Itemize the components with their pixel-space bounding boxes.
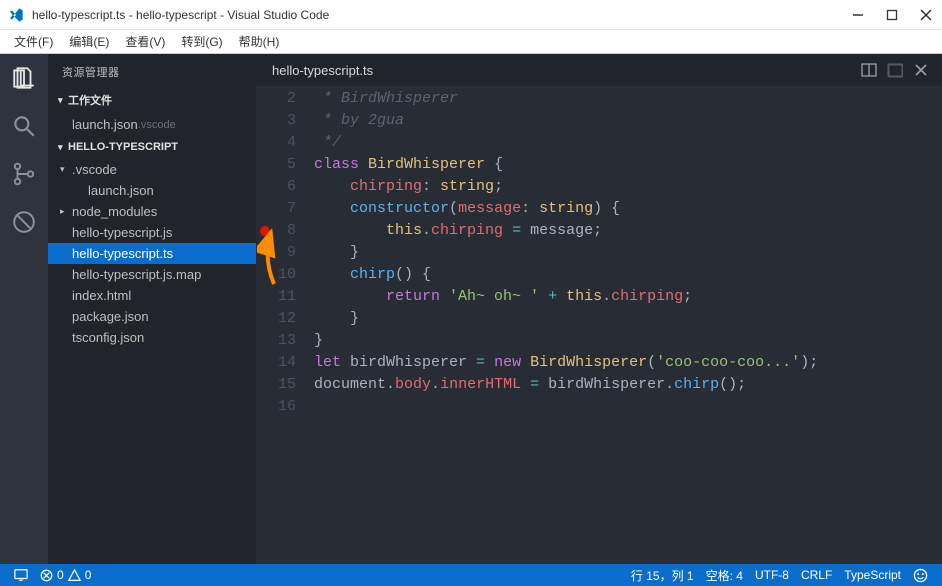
close-button[interactable] — [918, 7, 934, 23]
tree-file[interactable]: tsconfig.json — [48, 327, 256, 348]
workfiles-list: launch.json .vscode — [48, 112, 256, 137]
split-editor-icon[interactable] — [858, 59, 880, 81]
status-encoding[interactable]: UTF-8 — [749, 564, 795, 586]
title-bar: hello-typescript.ts - hello-typescript -… — [0, 0, 942, 30]
activity-bar — [0, 54, 48, 564]
window-controls — [850, 7, 934, 23]
menu-bar: 文件(F) 编辑(E) 查看(V) 转到(G) 帮助(H) — [0, 30, 942, 54]
maximize-button[interactable] — [884, 7, 900, 23]
tree-file[interactable]: index.html — [48, 285, 256, 306]
tree-file[interactable]: hello-typescript.ts — [48, 243, 256, 264]
status-cursor[interactable]: 行 15，列 1 — [625, 564, 700, 586]
sidebar-section-workfiles[interactable]: ▾ 工作文件 — [48, 88, 256, 112]
chevron-down-icon: ▾ — [58, 95, 68, 106]
status-remote-icon[interactable] — [8, 564, 34, 586]
minimize-button[interactable] — [850, 7, 866, 23]
status-spaces[interactable]: 空格: 4 — [700, 564, 749, 586]
menu-view[interactable]: 查看(V) — [119, 31, 171, 52]
window-title: hello-typescript.ts - hello-typescript -… — [32, 8, 850, 22]
code-content[interactable]: * BirdWhisperer * by 2gua */class BirdWh… — [314, 86, 942, 564]
menu-help[interactable]: 帮助(H) — [233, 31, 286, 52]
sidebar-title: 资源管理器 — [48, 54, 256, 88]
tree-file[interactable]: launch.json — [48, 180, 256, 201]
tab-hello-typescript[interactable]: hello-typescript.ts — [266, 63, 379, 78]
code-area[interactable]: 2345678910111213141516 * BirdWhisperer *… — [256, 86, 942, 564]
menu-file[interactable]: 文件(F) — [8, 31, 59, 52]
search-icon[interactable] — [10, 112, 38, 140]
sidebar-section-project[interactable]: ▾ HELLO-TYPESCRIPT — [48, 137, 256, 157]
sidebar: 资源管理器 ▾ 工作文件 launch.json .vscode ▾ HELLO… — [48, 54, 256, 564]
status-errors-count: 0 — [57, 568, 64, 582]
sidebar-section-label: HELLO-TYPESCRIPT — [68, 141, 178, 153]
breakpoint-icon[interactable] — [260, 226, 270, 236]
status-bar: 0 0 行 15，列 1 空格: 4 UTF-8 CRLF TypeScript — [0, 564, 942, 586]
workfile-item[interactable]: launch.json .vscode — [48, 114, 256, 135]
vscode-icon — [8, 7, 24, 23]
explorer-icon[interactable] — [10, 64, 38, 92]
menu-goto[interactable]: 转到(G) — [175, 31, 228, 52]
tree-folder[interactable]: ▾.vscode — [48, 159, 256, 180]
git-icon[interactable] — [10, 160, 38, 188]
status-feedback-icon[interactable] — [907, 564, 934, 586]
tree-folder[interactable]: ▸node_modules — [48, 201, 256, 222]
tree-file[interactable]: hello-typescript.js.map — [48, 264, 256, 285]
status-language[interactable]: TypeScript — [838, 564, 907, 586]
status-warnings-count: 0 — [85, 568, 92, 582]
tree-file[interactable]: hello-typescript.js — [48, 222, 256, 243]
editor: hello-typescript.ts 23456789101112131415… — [256, 54, 942, 564]
menu-edit[interactable]: 编辑(E) — [63, 31, 115, 52]
file-tree: ▾.vscodelaunch.json▸node_moduleshello-ty… — [48, 157, 256, 350]
tree-file[interactable]: package.json — [48, 306, 256, 327]
debug-icon[interactable] — [10, 208, 38, 236]
status-problems[interactable]: 0 0 — [34, 564, 97, 586]
close-tab-icon[interactable] — [910, 59, 932, 81]
editor-tabs: hello-typescript.ts — [256, 54, 942, 86]
gutter: 2345678910111213141516 — [256, 86, 314, 564]
status-eol[interactable]: CRLF — [795, 564, 838, 586]
sidebar-section-label: 工作文件 — [68, 92, 112, 108]
more-icon[interactable] — [884, 59, 906, 81]
chevron-down-icon: ▾ — [58, 142, 68, 153]
